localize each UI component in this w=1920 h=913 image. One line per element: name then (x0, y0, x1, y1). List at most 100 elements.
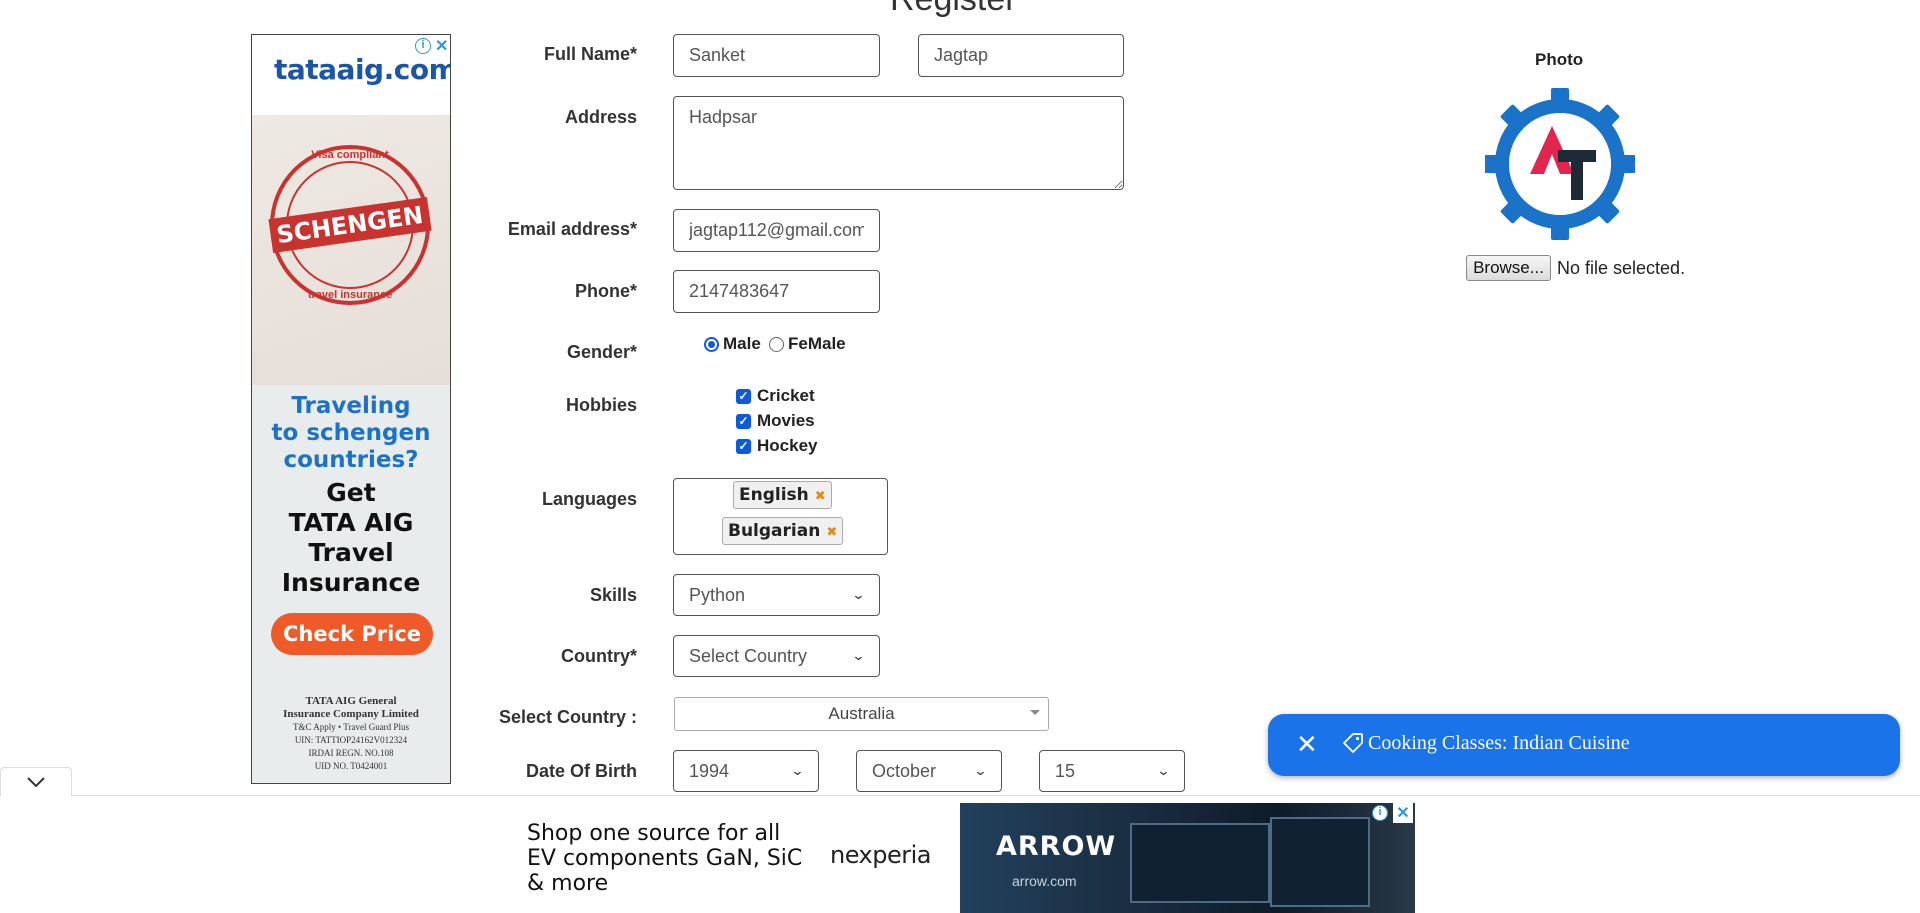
languages-multiselect[interactable]: English ✖ Bulgarian ✖ (673, 478, 888, 555)
language-chip-label: English (739, 485, 809, 505)
chevron-down-icon: ⌄ (1156, 763, 1171, 778)
language-chip-label: Bulgarian (728, 521, 821, 541)
ad-black-line-1: Get (326, 478, 376, 507)
cricket-checkbox[interactable]: ✓ (736, 388, 751, 404)
full-name-label: Full Name* (543, 44, 637, 64)
phone-input[interactable] (673, 270, 880, 313)
remove-icon[interactable]: ✖ (815, 489, 826, 504)
male-radio[interactable] (704, 336, 719, 352)
gender-male-option[interactable]: Male (704, 334, 761, 354)
ad-blue-line-2: to schengen (271, 420, 431, 446)
select-country-label: Select Country : (498, 707, 637, 727)
select-country-combobox[interactable]: Australia (674, 697, 1049, 731)
chevron-down-icon: ⌄ (973, 763, 988, 778)
browse-button[interactable]: Browse... (1466, 255, 1551, 281)
remove-icon[interactable]: ✖ (826, 525, 837, 540)
arrow-logo: ARROW (996, 831, 1117, 862)
cricket-label: Cricket (757, 386, 815, 405)
dob-year-select[interactable]: 1994 ⌄ (673, 750, 819, 792)
bottom-advertisement[interactable]: Shop one source for all EV components Ga… (505, 803, 1415, 913)
chevron-down-icon: ⌄ (851, 648, 866, 663)
stamp-inner: SCHENGEN (268, 161, 432, 289)
language-chip-english[interactable]: English ✖ (733, 481, 832, 509)
left-advertisement[interactable]: tataaig.com i ✕ Visa compliant SCHENGEN … (251, 34, 451, 784)
country-select-value: Select Country (689, 645, 808, 666)
email-input[interactable] (673, 209, 880, 252)
collapse-ad-button[interactable] (0, 767, 72, 796)
female-radio[interactable] (769, 336, 784, 352)
select-country-value: Australia (828, 704, 895, 723)
ad-black-line-3: Travel (308, 538, 394, 567)
ad-blue-line-1: Traveling (291, 393, 411, 419)
dob-year-value: 1994 (689, 760, 730, 781)
address-label: Address (564, 107, 637, 127)
dob-label: Date Of Birth (525, 761, 637, 781)
phone-label: Phone* (574, 281, 637, 301)
hobby-movies[interactable]: ✓ Movies (736, 411, 815, 431)
ad-close-icon[interactable]: ✕ (1393, 803, 1413, 823)
page-title: Register (890, 0, 1017, 19)
ad-header: tataaig.com i ✕ (252, 35, 450, 115)
notification-text: Cooking Classes: Indian Cuisine (1368, 732, 1630, 754)
adchoices-icon[interactable]: i (415, 38, 431, 54)
address-textarea[interactable]: Hadpsar (673, 96, 1124, 190)
female-radio-label: FeMale (788, 334, 846, 353)
adchoices-icon[interactable]: i (1372, 805, 1388, 821)
movies-checkbox[interactable]: ✓ (736, 413, 751, 429)
movies-label: Movies (757, 411, 815, 430)
file-status-text: No file selected. (1557, 258, 1686, 278)
stamp-band: SCHENGEN (268, 197, 432, 253)
skills-select[interactable]: Python ⌄ (673, 574, 880, 616)
bottom-ad-line-1: Shop one source for all (527, 821, 781, 846)
check-price-button[interactable]: Check Price (271, 613, 433, 655)
close-icon[interactable]: ✕ (1296, 730, 1318, 758)
country-label: Country* (561, 646, 637, 666)
ad-fine-2: Insurance Company Limited (283, 708, 419, 720)
chevron-down-icon: ⌄ (851, 587, 866, 602)
gender-label: Gender* (566, 342, 637, 362)
email-label: Email address* (507, 219, 637, 239)
tag-icon (1343, 733, 1363, 753)
ad-fine-1: TATA AIG General (305, 695, 397, 707)
monitor-image (1270, 817, 1370, 907)
stamp-bottom-text: travel insurance (307, 289, 393, 301)
country-select[interactable]: Select Country ⌄ (673, 635, 880, 677)
ad-fine-5: IRDAI REGN. NO.108 (308, 748, 394, 758)
schengen-stamp: Visa compliant SCHENGEN travel insurance (268, 145, 432, 305)
hobbies-label: Hobbies (565, 395, 637, 415)
hobby-hockey[interactable]: ✓ Hockey (736, 436, 817, 456)
ad-fine-3: T&C Apply • Travel Guard Plus (293, 722, 409, 732)
dob-day-value: 15 (1055, 760, 1076, 781)
dropdown-arrow-icon (1030, 710, 1040, 715)
bottom-ad-line-3: & more (527, 871, 609, 896)
hockey-checkbox[interactable]: ✓ (736, 438, 751, 454)
last-name-input[interactable] (918, 34, 1124, 77)
ad-close-icon[interactable]: ✕ (435, 36, 448, 56)
hockey-label: Hockey (757, 436, 818, 455)
ad-black-line-4: Insurance (281, 568, 421, 597)
ad-fine-6: UID NO. T0424001 (314, 761, 388, 771)
first-name-input[interactable] (673, 34, 880, 77)
photo-label: Photo (1535, 50, 1584, 69)
bottom-ad-photo: ARROW arrow.com (960, 803, 1415, 913)
dob-day-select[interactable]: 15 ⌄ (1039, 750, 1185, 792)
bottom-ad-text-panel: Shop one source for all EV components Ga… (505, 803, 960, 913)
notification-pill[interactable]: ✕ Cooking Classes: Indian Cuisine (1268, 714, 1900, 776)
chevron-down-icon (27, 777, 45, 788)
dob-month-select[interactable]: October ⌄ (856, 750, 1002, 792)
chevron-down-icon: ⌄ (790, 763, 805, 778)
skills-label: Skills (589, 585, 637, 605)
male-radio-label: Male (723, 334, 761, 353)
arrow-site: arrow.com (1012, 873, 1077, 889)
ad-blue-line-3: countries? (283, 447, 419, 473)
dob-month-value: October (872, 760, 937, 781)
bottom-divider (0, 795, 1920, 796)
language-chip-bulgarian[interactable]: Bulgarian ✖ (722, 517, 844, 545)
hobby-cricket[interactable]: ✓ Cricket (736, 386, 815, 406)
ad-black-line-2: TATA AIG (288, 508, 414, 537)
gender-female-option[interactable]: FeMale (769, 334, 846, 354)
ad-fine-4: UIN: TATTIOP24162V012324 (294, 735, 408, 745)
tataaig-logo: tataaig.com (274, 53, 451, 86)
bottom-ad-headline: Shop one source for all EV components Ga… (527, 821, 802, 896)
bottom-ad-line-2: EV components GaN, SiC (527, 846, 803, 871)
